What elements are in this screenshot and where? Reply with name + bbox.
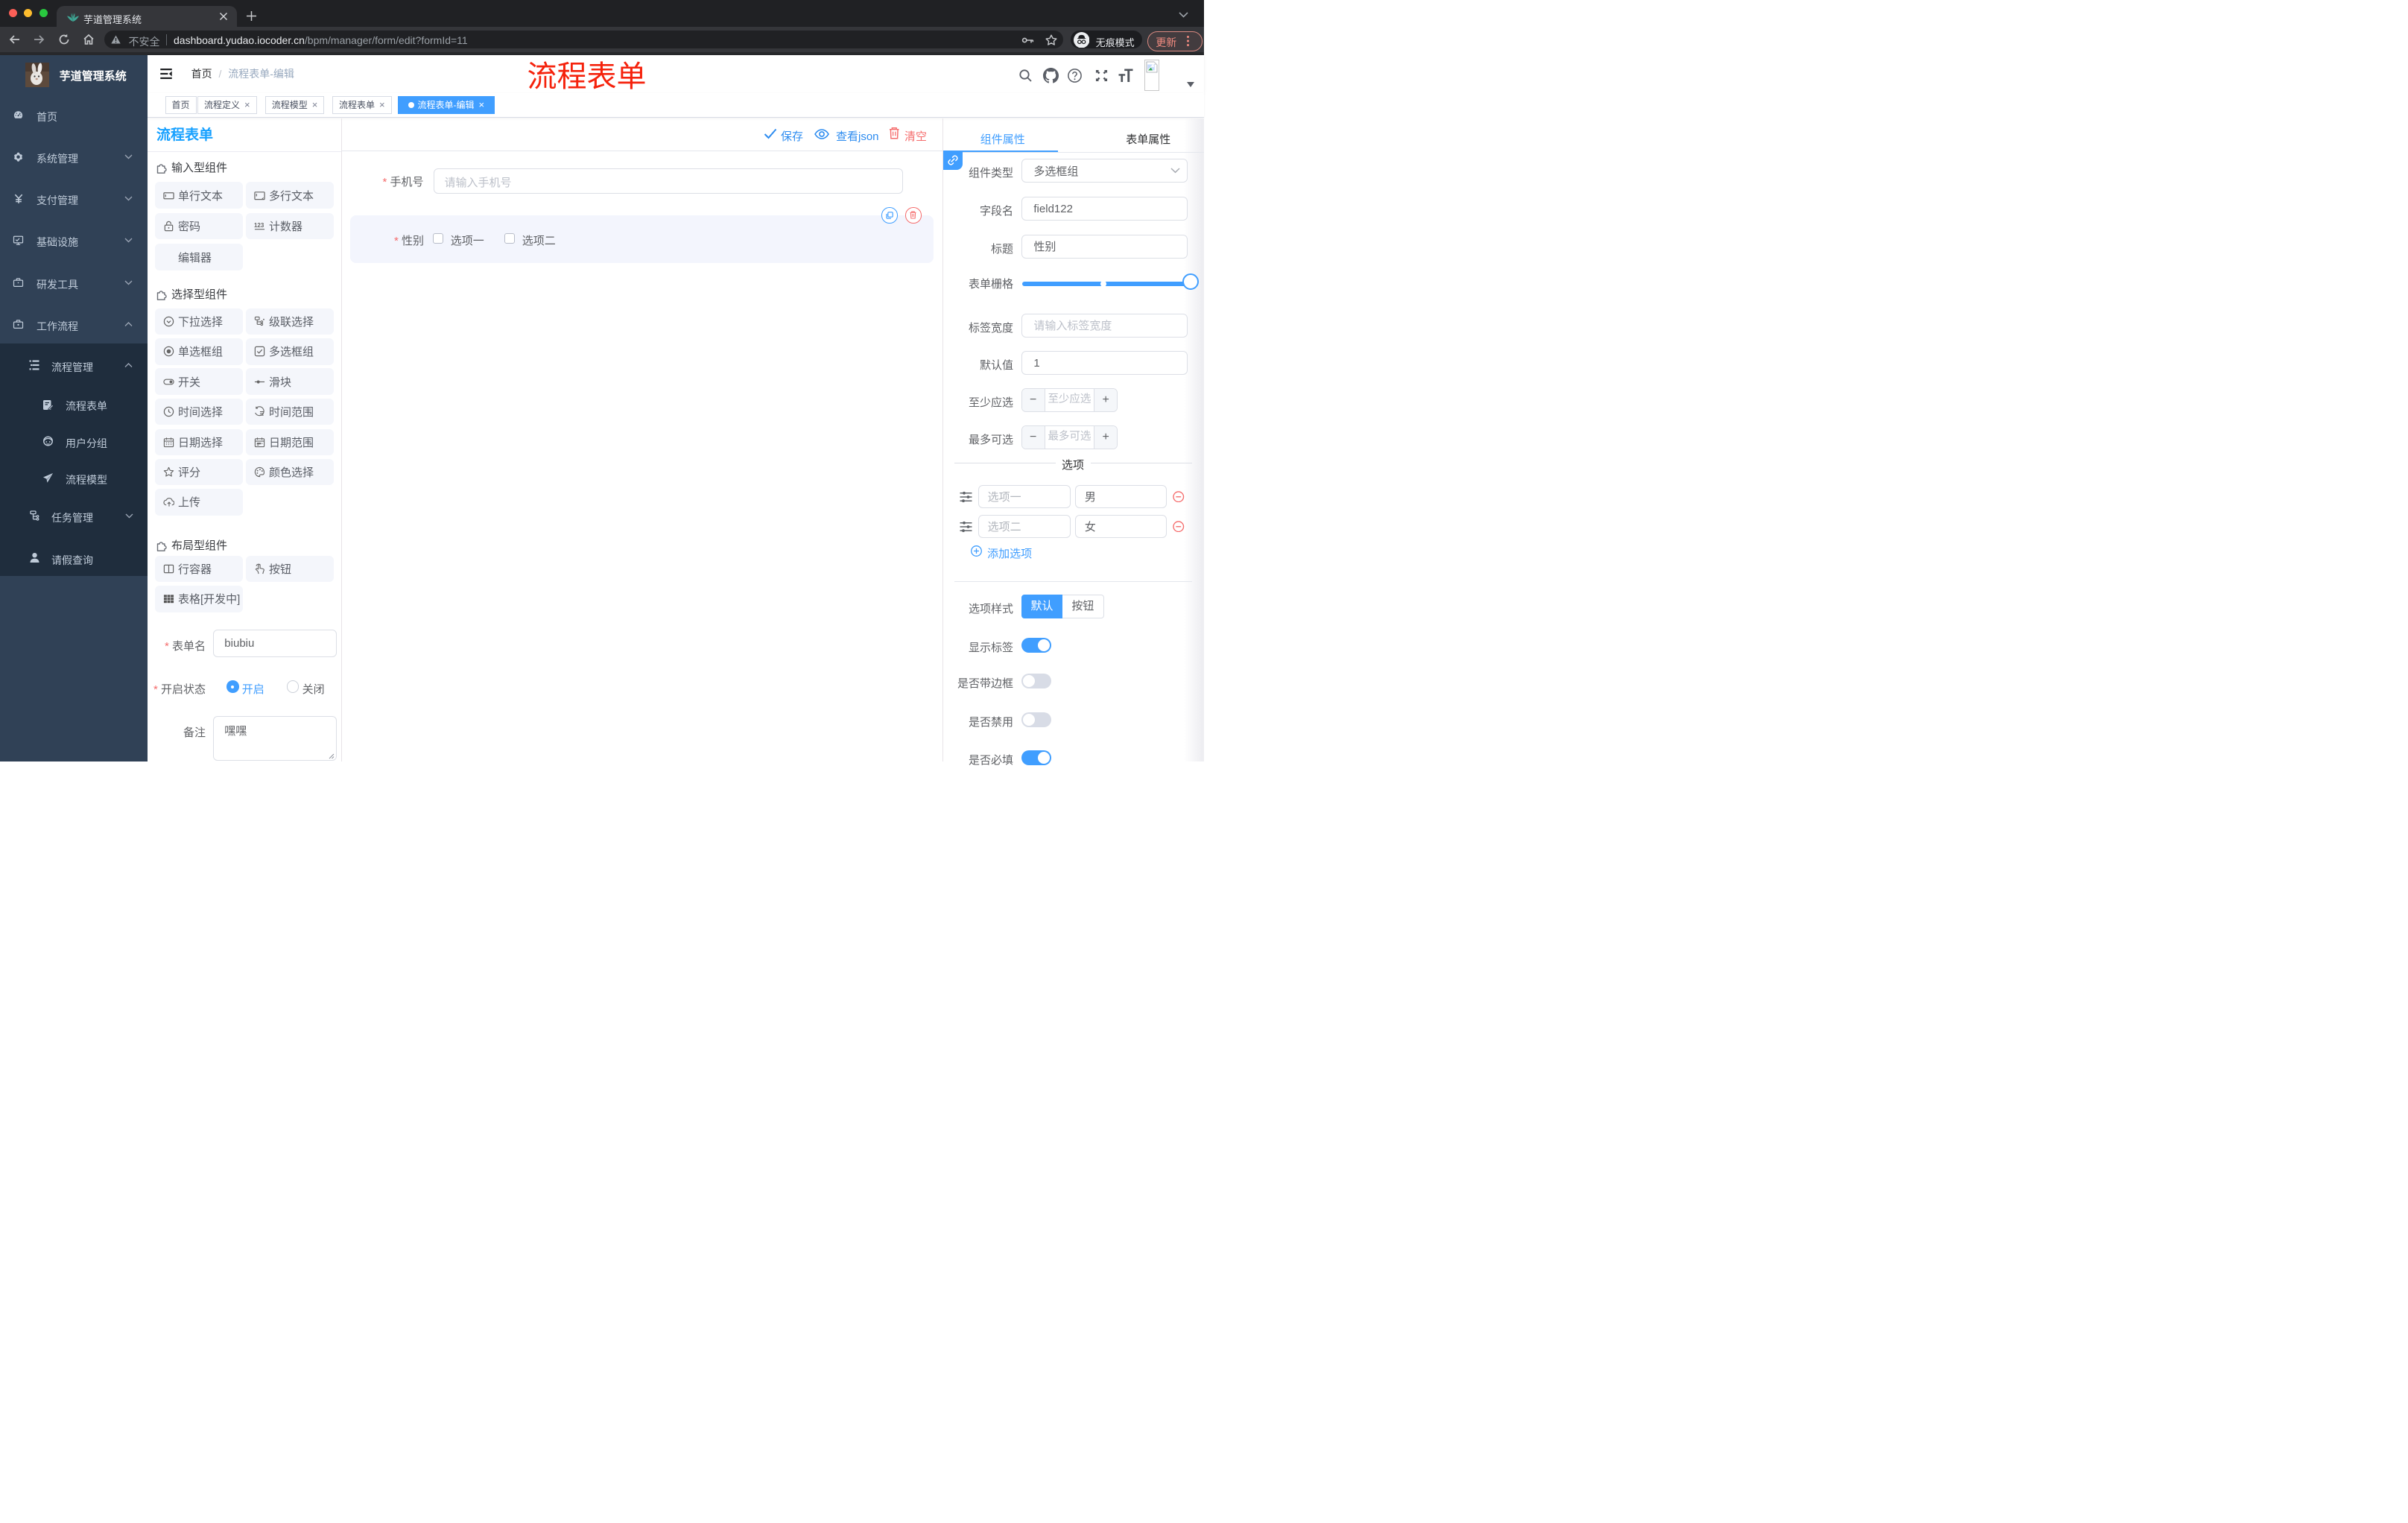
svg-text:123: 123 xyxy=(254,222,264,229)
